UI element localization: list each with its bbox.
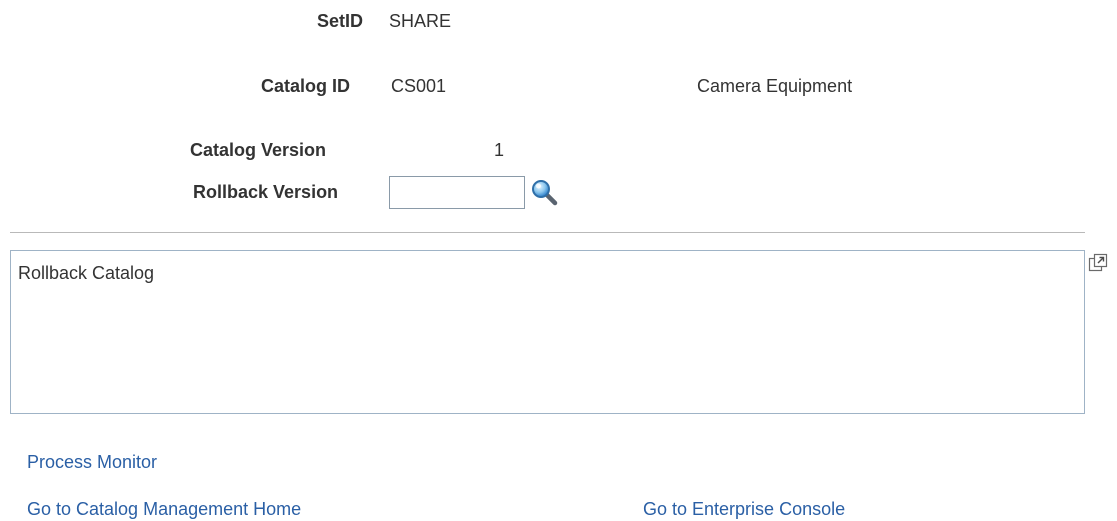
- enterprise-console-link[interactable]: Go to Enterprise Console: [643, 499, 845, 520]
- setid-label: SetID: [317, 11, 364, 31]
- rollback-version-input[interactable]: [389, 176, 525, 209]
- catalog-management-home-link[interactable]: Go to Catalog Management Home: [27, 499, 301, 520]
- catalog-version-value: 1: [494, 140, 505, 160]
- catalog-id-label: Catalog ID: [261, 76, 351, 96]
- search-icon[interactable]: [530, 178, 560, 208]
- setid-value: SHARE: [389, 11, 452, 31]
- catalog-description: Camera Equipment: [697, 76, 853, 96]
- rollback-description-field[interactable]: Rollback Catalog: [10, 250, 1085, 414]
- section-divider: [10, 232, 1085, 233]
- expand-icon[interactable]: [1088, 253, 1108, 273]
- rollback-version-label: Rollback Version: [193, 182, 339, 202]
- catalog-version-label: Catalog Version: [190, 140, 327, 160]
- process-monitor-link[interactable]: Process Monitor: [27, 452, 157, 473]
- catalog-id-value: CS001: [391, 76, 447, 96]
